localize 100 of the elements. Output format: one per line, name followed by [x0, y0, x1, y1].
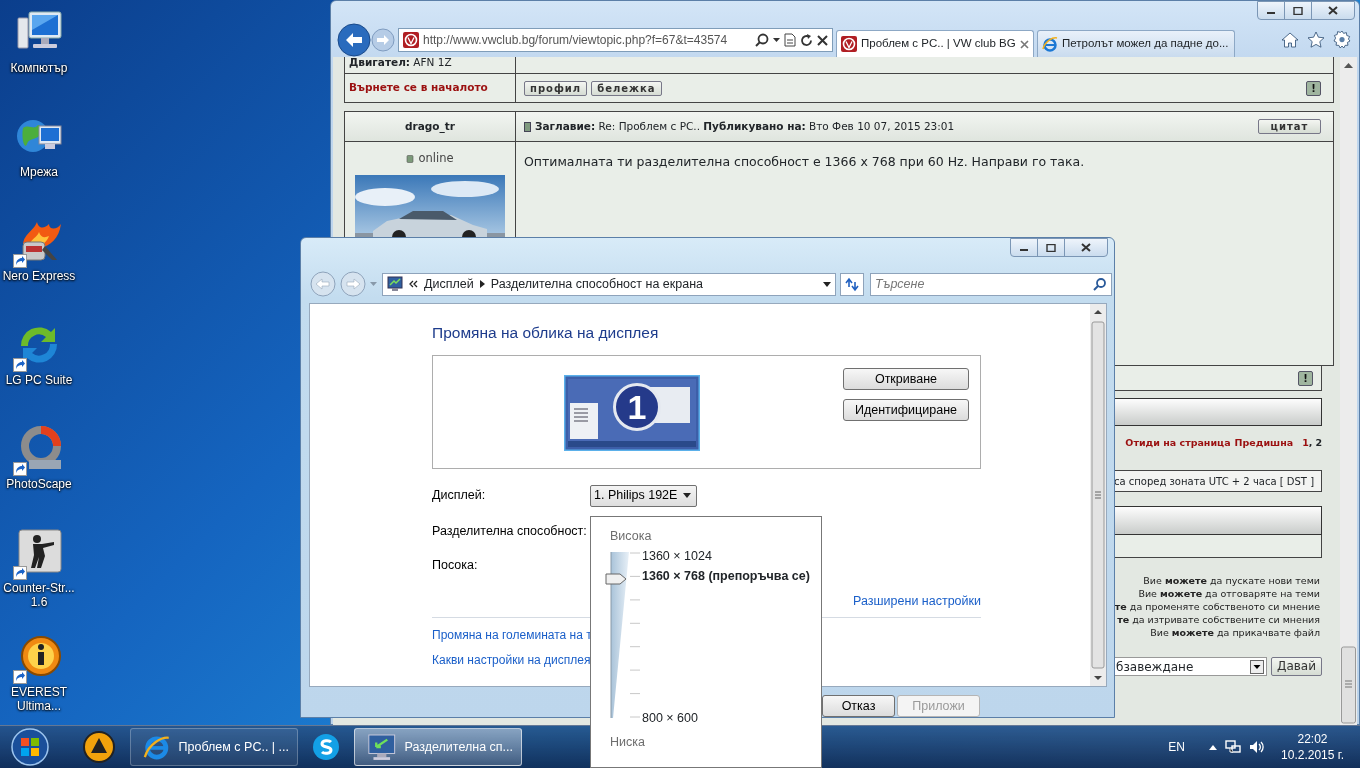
permission-text: те да изтривате собствените си мнения: [1117, 613, 1320, 627]
language-indicator[interactable]: EN: [1168, 738, 1186, 756]
scrollbar[interactable]: [1090, 304, 1106, 686]
forum-jump-select[interactable]: бзавеждане: [1112, 657, 1268, 677]
icon-label[interactable]: EVEREST Ultima...: [0, 685, 79, 713]
forward-button[interactable]: [340, 271, 366, 297]
maximize-icon: [1293, 6, 1303, 15]
icon-label[interactable]: Компютър: [0, 61, 79, 75]
field-label: Посока:: [432, 558, 478, 573]
breadcrumb-bar[interactable]: Дисплей Разделителна способност на екрана: [382, 272, 836, 296]
page-link[interactable]: 1: [1302, 436, 1309, 451]
network-icon[interactable]: [1225, 739, 1242, 755]
scrollbar[interactable]: [1340, 57, 1357, 725]
help-link[interactable]: Какви настройки на дисплея: [432, 653, 591, 667]
post-icon: [524, 121, 531, 132]
permission-text: Вие можете да прикачвате файл: [1150, 626, 1320, 640]
report-button[interactable]: !: [1298, 370, 1313, 386]
address-bar[interactable]: http://www.vwclub.bg/forum/viewtopic.php?f=67&t=43574: [398, 28, 833, 52]
report-button[interactable]: !: [1306, 80, 1321, 96]
site-icon: [403, 32, 419, 48]
forward-button[interactable]: [371, 28, 395, 52]
close-icon: [1081, 243, 1091, 252]
field-label: Разделителна способност:: [432, 524, 587, 539]
profile-field: Двигател: AFN 1Z: [349, 57, 452, 68]
close-icon: [1328, 6, 1338, 15]
previous-link[interactable]: Предишна: [1234, 436, 1294, 451]
breadcrumb-item[interactable]: Дисплей: [424, 274, 474, 294]
chat-icon: [311, 732, 341, 762]
maximize-button[interactable]: [1037, 238, 1065, 257]
star-icon[interactable]: [1307, 31, 1325, 49]
page-heading: Промяна на облика на дисплея: [432, 323, 660, 343]
dialog-button[interactable]: Откриване: [843, 368, 969, 390]
low-label: Ниска: [610, 734, 646, 750]
permission-text: Вие можете да отговаряте на теми: [1138, 587, 1320, 601]
post-author[interactable]: drago_tr: [405, 118, 455, 135]
status-text: online: [418, 150, 454, 167]
display-icon: [387, 276, 403, 292]
pagination-label: Отиди на страница: [1125, 436, 1231, 450]
refresh-icon[interactable]: [800, 33, 813, 47]
display-icon: [367, 731, 397, 763]
stop-icon[interactable]: [817, 34, 828, 46]
field-label: Дисплей:: [432, 488, 486, 503]
permission-text: те да променяте собственото си мнение: [1114, 600, 1320, 614]
settings-icon[interactable]: [1333, 31, 1351, 49]
minimize-button[interactable]: [1010, 238, 1038, 257]
chevrons-icon: [409, 280, 418, 288]
home-icon[interactable]: [1281, 32, 1299, 48]
permission-text: Вие можете да пускате нови теми: [1143, 574, 1320, 588]
slider-track[interactable]: [605, 550, 640, 720]
quote-button[interactable]: цитат: [1258, 119, 1321, 134]
profile-button[interactable]: профил: [524, 80, 588, 96]
display-select[interactable]: 1. Philips 192E: [590, 484, 698, 507]
browser-icon: [1042, 36, 1058, 52]
arrow-icon: [479, 280, 485, 288]
maximize-button[interactable]: [1284, 1, 1312, 20]
resolution-option[interactable]: 1360 × 1024: [642, 549, 712, 563]
icon-label[interactable]: Nero Express: [0, 269, 79, 283]
site-icon: [841, 36, 857, 52]
caret-icon: [1250, 659, 1265, 674]
close-button[interactable]: [1064, 238, 1108, 257]
search-field[interactable]: Търсене: [870, 272, 1112, 296]
caret-icon[interactable]: [773, 38, 780, 42]
tray-arrow-icon[interactable]: [1209, 744, 1218, 750]
icon-label[interactable]: PhotoScape: [0, 477, 79, 491]
high-label: Висока: [610, 528, 653, 544]
timezone-text: са според зоната UTC + 2 часа [ DST ]: [1114, 474, 1315, 489]
advanced-settings-link[interactable]: Разширени настройки: [853, 593, 981, 609]
volume-icon[interactable]: [1249, 739, 1266, 755]
maximize-icon: [1046, 243, 1056, 252]
page-icon[interactable]: [784, 33, 796, 47]
close-icon[interactable]: [1020, 39, 1029, 49]
soldier-icon[interactable]: [15, 528, 63, 576]
browser-tab[interactable]: Петролът можел да падне до...: [1037, 30, 1235, 57]
icon-label[interactable]: Мрежа: [0, 165, 79, 179]
post-header: Заглавие: Re: Проблем с PC.. Публикувано на: Вто Фев 10 07, 2015 23:01: [535, 118, 955, 134]
taskbar-button[interactable]: Проблем с PC.. | ...: [130, 728, 298, 766]
post-text: Оптималната ти разделителна способност е 1366 x 768 при 60 Hz. Направи го така.: [524, 154, 1085, 169]
start-button[interactable]: [8, 727, 52, 767]
caret-icon[interactable]: [823, 281, 831, 287]
close-button[interactable]: [1311, 1, 1355, 20]
resolution-option[interactable]: 800 × 600: [642, 711, 698, 725]
browser-tab[interactable]: Проблем с PC.. | VW club BG: [836, 30, 1034, 57]
dialog-button[interactable]: Отказ: [822, 695, 895, 717]
icon-label[interactable]: LG PC Suite: [0, 373, 79, 387]
page-separator: ,: [1308, 436, 1313, 450]
minimize-button[interactable]: [1257, 1, 1285, 20]
clock[interactable]: 22:02 10.2.2015 г.: [1281, 731, 1344, 763]
back-to-top-link[interactable]: Върнете се в началото: [349, 80, 488, 96]
profile-button[interactable]: бележка: [591, 80, 662, 96]
caret-icon: [683, 493, 692, 498]
back-button[interactable]: [337, 23, 371, 57]
resolution-option[interactable]: 1360 × 768 (препоръчва се): [642, 568, 810, 583]
player-icon: [81, 729, 117, 765]
search-icon[interactable]: [755, 33, 769, 47]
dialog-button[interactable]: Идентифициране: [843, 399, 969, 421]
taskbar-button[interactable]: Разделителна сп...: [354, 728, 522, 766]
icon-label[interactable]: Counter-Str... 1.6: [0, 581, 79, 609]
refresh-button[interactable]: [840, 272, 864, 296]
go-button[interactable]: Давай: [1271, 657, 1322, 677]
breadcrumb-item[interactable]: Разделителна способност на екрана: [490, 274, 704, 294]
